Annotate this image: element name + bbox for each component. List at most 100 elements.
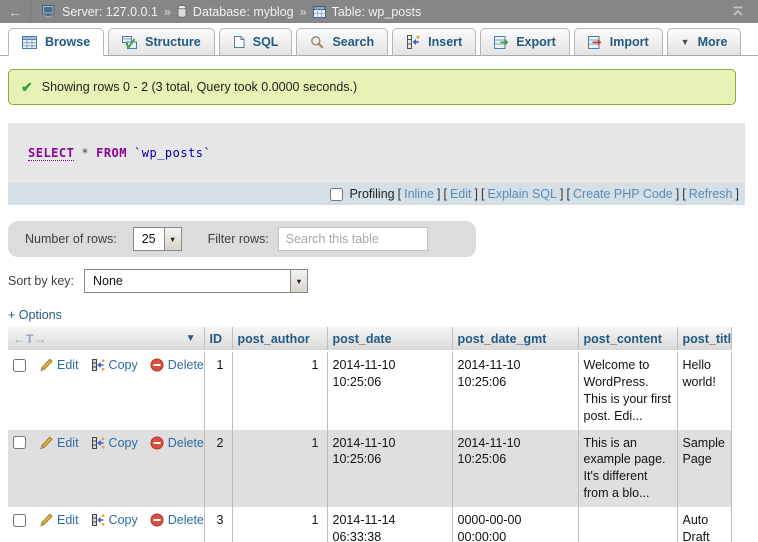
table-icon [313, 6, 326, 18]
explain-sql-link[interactable]: Explain SQL [487, 187, 556, 201]
tab-import[interactable]: Import [574, 28, 663, 56]
cell-post-date-gmt: 2014-11-10 10:25:06 [452, 430, 578, 508]
delete-label: Delete [168, 435, 204, 452]
tab-sql[interactable]: SQL [219, 28, 293, 56]
filter-rows-input[interactable] [278, 227, 428, 251]
cell-post-date-gmt: 2014-11-10 10:25:06 [452, 351, 578, 430]
row-checkbox[interactable] [13, 436, 26, 449]
copy-row-button[interactable]: Copy [91, 512, 138, 529]
number-of-rows-label: Number of rows: [25, 232, 117, 246]
cell-post-date-gmt: 0000-00-00 00:00:00 [452, 507, 578, 542]
delete-row-button[interactable]: Delete [150, 512, 204, 529]
breadcrumb-table[interactable]: Table: wp_posts [332, 5, 422, 19]
create-php-code-link[interactable]: Create PHP Code [573, 187, 673, 201]
chevron-down-icon: ▼ [164, 228, 181, 250]
breadcrumb-database[interactable]: Database: myblog [193, 5, 294, 19]
tab-more[interactable]: ▼ More [667, 28, 742, 56]
cell-post-author: 1 [232, 430, 327, 508]
table-row: Edit Copy Delete [8, 507, 731, 542]
edit-row-button[interactable]: Edit [39, 435, 79, 452]
copy-icon [91, 358, 105, 372]
cell-id: 1 [204, 351, 232, 430]
table-header-row: ←T→ ▼ ID post_author post_date post_date… [8, 327, 731, 351]
server-icon [42, 5, 56, 18]
bracket: [ [443, 187, 446, 201]
status-message-text: Showing rows 0 - 2 (3 total, Query took … [42, 80, 357, 94]
column-order-icon: ←T→ [13, 332, 47, 346]
bracket: [ [682, 187, 685, 201]
edit-row-button[interactable]: Edit [39, 512, 79, 529]
row-checkbox[interactable] [13, 514, 26, 527]
edit-query-link[interactable]: Edit [450, 187, 472, 201]
bracket: ] [437, 187, 440, 201]
edit-row-button[interactable]: Edit [39, 357, 79, 374]
sort-by-key-select[interactable]: None ▼ [84, 269, 308, 293]
copy-row-button[interactable]: Copy [91, 357, 138, 374]
breadcrumb-server[interactable]: Server: 127.0.0.1 [62, 5, 158, 19]
sort-options-icon[interactable]: ▼ [186, 333, 199, 344]
results-table: ←T→ ▼ ID post_author post_date post_date… [8, 327, 732, 542]
row-checkbox[interactable] [13, 359, 26, 372]
inline-link[interactable]: Inline [404, 187, 434, 201]
back-arrow-button[interactable]: ← [0, 0, 31, 23]
cell-post-author: 1 [232, 507, 327, 542]
bracket: ] [676, 187, 679, 201]
pencil-icon [39, 358, 53, 372]
browse-icon [22, 36, 37, 49]
tab-export[interactable]: Export [480, 28, 570, 56]
column-options-header[interactable]: ←T→ ▼ [8, 327, 204, 351]
column-header-post-date[interactable]: post_date [327, 327, 452, 351]
tab-label: Browse [45, 35, 90, 49]
column-header-post-date-gmt[interactable]: post_date_gmt [452, 327, 578, 351]
copy-label: Copy [109, 512, 138, 529]
cell-id: 2 [204, 430, 232, 508]
collapse-navigation-button[interactable] [718, 6, 758, 17]
tab-label: SQL [253, 35, 279, 49]
table-row: Edit Copy Delete [8, 430, 731, 508]
delete-row-button[interactable]: Delete [150, 357, 204, 374]
bracket: [ [398, 187, 401, 201]
export-icon [494, 36, 508, 49]
filter-rows-label: Filter rows: [208, 232, 269, 246]
sql-table-name: `wp_posts` [134, 146, 211, 160]
profiling-label: Profiling [349, 187, 394, 201]
cell-post-content: Welcome to WordPress. This is your first… [578, 351, 677, 430]
sql-panel: SELECT * FROM `wp_posts` Profiling [ Inl… [8, 123, 745, 205]
profiling-checkbox[interactable] [330, 188, 343, 201]
sql-keyword-select: SELECT [28, 146, 74, 161]
delete-row-button[interactable]: Delete [150, 435, 204, 452]
cell-post-title: Auto Draft [677, 507, 731, 542]
tab-browse[interactable]: Browse [8, 28, 104, 56]
import-icon [588, 36, 602, 49]
number-of-rows-select[interactable]: 25 ▼ [133, 227, 182, 251]
tab-structure[interactable]: Structure [108, 28, 215, 56]
success-check-icon: ✔ [21, 80, 33, 94]
tab-search[interactable]: Search [296, 28, 388, 56]
bracket: [ [566, 187, 569, 201]
options-toggle-link[interactable]: + Options [8, 308, 62, 322]
breadcrumb-separator: » [300, 5, 307, 19]
sort-by-key-label: Sort by key: [8, 274, 74, 288]
tab-insert[interactable]: Insert [392, 28, 476, 56]
tab-label: Export [516, 35, 556, 49]
tab-label: Structure [145, 35, 201, 49]
cell-post-content [578, 507, 677, 542]
sql-icon [233, 35, 245, 49]
column-header-id[interactable]: ID [204, 327, 232, 351]
copy-row-button[interactable]: Copy [91, 435, 138, 452]
sql-asterisk: * [81, 146, 89, 160]
column-header-post-content[interactable]: post_content [578, 327, 677, 351]
copy-label: Copy [109, 357, 138, 374]
delete-label: Delete [168, 512, 204, 529]
table-row: Edit Copy Delete [8, 351, 731, 430]
refresh-link[interactable]: Refresh [689, 187, 733, 201]
column-header-post-author[interactable]: post_author [232, 327, 327, 351]
number-of-rows-value: 25 [134, 228, 164, 250]
column-header-post-title[interactable]: post_title [677, 327, 731, 351]
sql-keyword-from: FROM [96, 146, 127, 160]
edit-label: Edit [57, 357, 79, 374]
breadcrumb-separator: » [164, 5, 171, 19]
collapse-icon [731, 6, 745, 17]
sort-row: Sort by key: None ▼ [8, 269, 758, 293]
copy-label: Copy [109, 435, 138, 452]
